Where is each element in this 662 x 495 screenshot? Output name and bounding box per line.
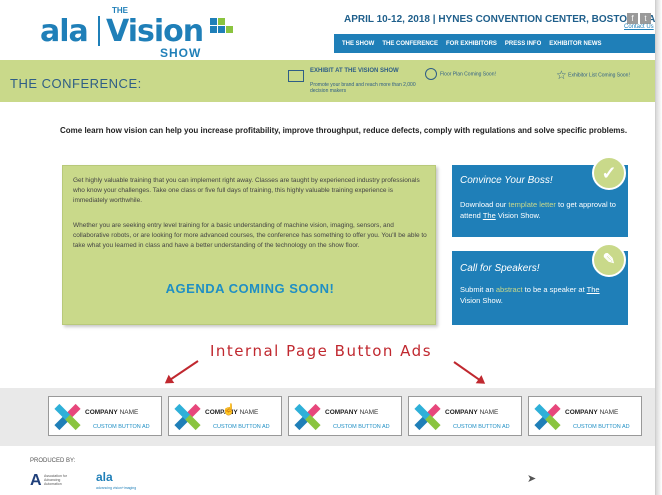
edit-document-icon: ✎ xyxy=(592,243,626,277)
nav-item-press-info[interactable]: PRESS INFO xyxy=(505,41,541,47)
template-letter-link[interactable]: template letter xyxy=(508,200,556,209)
company-logo-icon xyxy=(532,402,562,432)
facebook-icon[interactable]: f xyxy=(627,13,638,24)
card-title: Call for Speakers! xyxy=(460,263,540,274)
twitter-icon[interactable]: t xyxy=(640,13,651,24)
ad-company-name: COMPANY NAME xyxy=(325,409,379,416)
info-paragraph: Whether you are seeking entry level trai… xyxy=(73,222,427,249)
ad-tagline: CUSTOM BUTTON AD xyxy=(333,424,390,430)
event-dates-location: APRIL 10-12, 2018 | HYNES CONVENTION CEN… xyxy=(344,14,656,25)
logo-ala: ala xyxy=(40,14,89,49)
conference-band: THE CONFERENCE: EXHIBIT AT THE VISION SH… xyxy=(0,60,655,102)
card-body: Submit an abstract to be a speaker at Th… xyxy=(460,284,620,306)
site-footer: PRODUCED BY: A Association for Advancing… xyxy=(0,446,655,495)
aia-logo-mark: ala xyxy=(96,470,113,484)
conference-info-box: Get highly valuable training that you ca… xyxy=(62,165,436,325)
button-ad[interactable]: COMPANY NAME CUSTOM BUTTON AD xyxy=(528,396,642,436)
card-text: Submit an xyxy=(460,285,496,294)
ad-tagline: CUSTOM BUTTON AD xyxy=(213,424,270,430)
ad-company-name: COMPANY NAME xyxy=(565,409,619,416)
company-logo-icon xyxy=(292,402,322,432)
vision-show-logo[interactable]: ala THE Vision SHOW xyxy=(40,4,260,60)
checkmark-icon: ✓ xyxy=(592,156,626,190)
card-text: to be a speaker at xyxy=(522,285,587,294)
site-header: ala THE Vision SHOW APRIL 10-12, 2018 | … xyxy=(0,0,656,60)
card-text: Vision Show. xyxy=(495,211,541,220)
page: ala THE Vision SHOW APRIL 10-12, 2018 | … xyxy=(0,0,656,495)
page-title: THE CONFERENCE: xyxy=(10,76,142,91)
a3-logo-mark: A xyxy=(30,472,42,489)
logo-show: SHOW xyxy=(160,46,202,60)
intro-text: Come learn how vision can help you incre… xyxy=(60,126,628,135)
main-nav: THE SHOW THE CONFERENCE FOR EXHIBITORS P… xyxy=(334,34,655,53)
nav-item-for-exhibitors[interactable]: FOR EXHIBITORS xyxy=(446,41,497,47)
logo-square-icon xyxy=(210,18,217,25)
card-body: Download our template letter to get appr… xyxy=(460,199,620,221)
card-title: Convince Your Boss! xyxy=(460,175,553,186)
card-text: Download our xyxy=(460,200,509,209)
card-text: The xyxy=(482,211,496,220)
exhibitor-list-link[interactable]: ☆ Exhibitor List Coming Soon! xyxy=(556,68,630,82)
abstract-link[interactable]: abstract xyxy=(496,285,523,294)
page-shadow xyxy=(656,0,662,495)
exhibit-title: EXHIBIT AT THE VISION SHOW xyxy=(310,68,399,74)
ad-tagline: CUSTOM BUTTON AD xyxy=(573,424,630,430)
aia-logo[interactable]: ala advancing vision+imaging xyxy=(96,470,136,490)
agenda-heading: AGENDA COMING SOON! xyxy=(165,281,335,296)
card-text: The xyxy=(586,285,600,294)
card-text: Vision Show. xyxy=(460,296,503,305)
ad-company-name: COMPANY NAME xyxy=(445,409,499,416)
aia-logo-tagline: advancing vision+imaging xyxy=(96,486,137,490)
annotation-label: Internal Page Button Ads xyxy=(210,342,433,360)
contact-us-link[interactable]: Contact Us xyxy=(624,24,654,30)
button-ad[interactable]: COMPANY NAME CUSTOM BUTTON AD xyxy=(168,396,282,436)
produced-by-label: PRODUCED BY: xyxy=(30,458,76,464)
logo-divider xyxy=(98,16,100,46)
a3-logo[interactable]: A Association for Advancing Automation xyxy=(30,472,70,490)
logo-square-icon xyxy=(218,26,225,33)
nav-item-the-conference[interactable]: THE CONFERENCE xyxy=(382,41,438,47)
logo-square-icon xyxy=(210,26,217,33)
floor-plan-link[interactable]: Floor Plan Coming Soon! xyxy=(425,68,496,80)
exhibitor-list-label: Exhibitor List Coming Soon! xyxy=(568,72,630,79)
ad-tagline: CUSTOM BUTTON AD xyxy=(93,424,150,430)
ad-tagline: CUSTOM BUTTON AD xyxy=(453,424,510,430)
a3-logo-text: Association for Advancing Automation xyxy=(44,474,67,486)
company-logo-icon xyxy=(172,402,202,432)
info-paragraph: Get highly valuable training that you ca… xyxy=(73,177,420,204)
nav-item-the-show[interactable]: THE SHOW xyxy=(342,41,374,47)
ad-company-name: COMPANY NAME xyxy=(85,409,139,416)
floor-plan-label: Floor Plan Coming Soon! xyxy=(440,71,496,78)
button-ad[interactable]: COMPANY NAME CUSTOM BUTTON AD xyxy=(48,396,162,436)
logo-square-icon xyxy=(226,26,233,33)
company-logo-icon xyxy=(52,402,82,432)
annotation-arrow-right xyxy=(453,361,485,384)
logo-square-icon xyxy=(218,18,225,25)
exhibit-subtitle: Promote your brand and reach more than 2… xyxy=(310,82,416,94)
annotation-arrow-left xyxy=(165,360,199,384)
booth-icon xyxy=(288,70,304,82)
floor-plan-icon xyxy=(425,68,437,80)
nav-item-exhibitor-news[interactable]: EXHIBITOR NEWS xyxy=(549,41,601,47)
mouse-pointer-icon: ➤ xyxy=(527,473,537,485)
company-logo-icon xyxy=(412,402,442,432)
button-ad[interactable]: COMPANY NAME CUSTOM BUTTON AD xyxy=(288,396,402,436)
button-ad[interactable]: COMPANY NAME CUSTOM BUTTON AD xyxy=(408,396,522,436)
star-icon: ☆ xyxy=(556,68,567,82)
logo-vision: Vision xyxy=(106,14,204,49)
mouse-cursor-icon: ☝ xyxy=(222,404,236,416)
button-ads-row: COMPANY NAME CUSTOM BUTTON AD COMPANY NA… xyxy=(0,388,655,446)
